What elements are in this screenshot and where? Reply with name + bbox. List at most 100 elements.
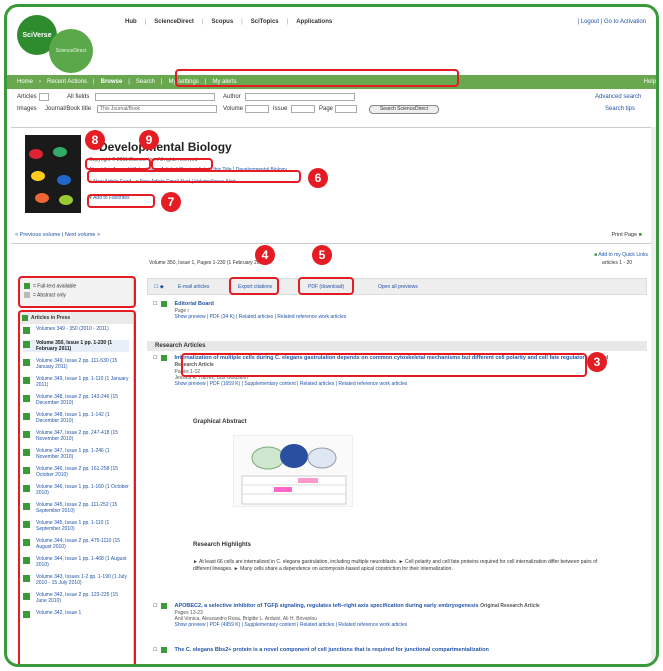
search-tips-link[interactable]: Search tips <box>605 106 635 112</box>
add-quick-label: Add to my Quick Links <box>598 252 648 258</box>
cover-blob <box>29 149 43 159</box>
ga-cell-fill <box>274 487 292 492</box>
topnav-sciencedirect[interactable]: ScienceDirect <box>154 19 194 25</box>
journal-label: Journal/Book title <box>45 106 92 112</box>
print-page-link[interactable]: Print Page ■ <box>611 232 642 238</box>
all-fields-label: All fields <box>67 94 90 100</box>
article-links[interactable]: Show preview | PDF (34 K) | Related arti… <box>174 314 346 320</box>
callout-legend <box>18 276 136 308</box>
ga-cell <box>251 446 285 470</box>
callout-badge-8: 8 <box>85 130 105 150</box>
callout-article-title <box>181 353 587 377</box>
callout-badge-4: 4 <box>255 245 275 265</box>
volume-navigation: < Previous volume | Next volume > <box>15 232 101 238</box>
previous-volume-link[interactable]: < Previous volume <box>15 232 60 238</box>
nav-home[interactable]: Home <box>17 79 33 85</box>
articles-radio[interactable] <box>39 93 49 101</box>
research-highlights-text: ► At least 66 cells are internalized in … <box>193 559 598 572</box>
issue-input[interactable] <box>291 105 315 113</box>
cover-blob <box>53 147 67 157</box>
cover-blob <box>35 193 49 203</box>
all-fields-input[interactable] <box>95 93 215 101</box>
article-type: Original Research Article <box>480 603 540 609</box>
journal-cover-image <box>25 135 81 213</box>
article-title[interactable]: APOBEC2, a selective inhibitor of TGFβ s… <box>174 603 614 610</box>
callout-badge-6: 6 <box>308 168 328 188</box>
page-label: Page <box>319 106 334 112</box>
nav-browse[interactable]: Browse <box>101 79 123 85</box>
topnav-hub[interactable]: Hub <box>125 19 137 25</box>
journal-title: Developmental Biology <box>99 140 232 154</box>
checkbox-all-icon[interactable]: ☐ ◆ <box>154 284 164 290</box>
article-bbs2: ☐ The C. elegans Bbs2+ protein is a nove… <box>153 647 633 654</box>
issue-label: Issue <box>273 106 288 112</box>
full-text-icon <box>161 301 168 307</box>
article-links[interactable]: Show preview | PDF (1659 K) | Supplement… <box>174 381 614 387</box>
nav-recent-actions[interactable]: Recent Actions <box>47 79 87 85</box>
journal-input[interactable]: This Journal/Book <box>97 105 217 113</box>
logo-primary: SciVerse <box>22 31 52 39</box>
volume-label: Volume <box>223 106 244 112</box>
account-links[interactable]: | Logout | Go to Activation <box>578 19 647 25</box>
next-volume-link[interactable]: Next volume > <box>65 232 100 238</box>
callout-sidebar <box>18 310 136 664</box>
print-label: Print Page <box>611 232 638 238</box>
callout-add-favorites <box>87 194 155 208</box>
divider <box>11 243 651 244</box>
articles-label: Articles <box>17 94 37 100</box>
nav-help[interactable]: Help <box>644 79 656 85</box>
topnav-scopus[interactable]: Scopus <box>212 19 234 25</box>
ga-cell-fill <box>298 478 318 483</box>
volume-info: Volume 350, Issue 1, Pages 1-230 (1 Febr… <box>149 260 267 266</box>
email-articles-link[interactable]: E-mail articles <box>178 284 209 290</box>
graphical-abstract-image[interactable] <box>233 435 353 507</box>
callout-submit-article <box>151 158 213 170</box>
callout-about-journal <box>85 158 151 170</box>
callout-pdf-download <box>298 277 354 295</box>
page-input[interactable] <box>335 105 357 113</box>
logo-secondary: ScienceDirect <box>55 48 87 54</box>
cover-blob <box>31 171 45 181</box>
page-frame: SciVerse ScienceDirect Hub | ScienceDirec… <box>4 4 659 667</box>
checkbox-icon[interactable]: ☐ <box>153 301 157 320</box>
callout-badge-7: 7 <box>161 192 181 212</box>
images-label: Images <box>17 106 37 112</box>
article-links[interactable]: Show preview | PDF (4959 K) | Supplement… <box>174 622 614 628</box>
callout-badge-9: 9 <box>139 130 159 150</box>
checkbox-icon[interactable]: ☐ <box>153 603 157 628</box>
graphical-abstract-svg <box>241 444 347 505</box>
volume-input[interactable] <box>245 105 269 113</box>
article-title[interactable]: Editorial Board <box>174 301 346 308</box>
ga-cell <box>280 444 308 468</box>
top-navigation: Hub | ScienceDirect | Scopus | SciTopics | A… <box>125 19 333 25</box>
full-text-icon <box>161 647 168 653</box>
article-title[interactable]: The C. elegans Bbs2+ protein is a novel … <box>174 647 614 654</box>
articles-count: articles 1 - 20 <box>602 260 633 266</box>
topnav-scitopics[interactable]: SciTopics <box>251 19 279 25</box>
article-editorial: ☐ Editorial Board Page i Show preview | … <box>153 301 633 320</box>
checkbox-icon[interactable]: ☐ <box>153 647 157 654</box>
callout-my-settings-alerts <box>175 69 459 87</box>
sciencedirect-logo[interactable]: ScienceDirect <box>49 29 93 73</box>
author-label: Author <box>223 94 241 100</box>
search-button[interactable]: Search ScienceDirect <box>369 105 439 114</box>
callout-badge-5: 5 <box>312 245 332 265</box>
research-articles-header: Research Articles <box>147 341 647 351</box>
plus-icon: ■ <box>594 252 598 258</box>
callout-email-articles <box>229 277 279 295</box>
advanced-search-link[interactable]: Advanced search <box>595 94 641 100</box>
callout-badge-3: 3 <box>587 352 607 372</box>
checkbox-icon[interactable]: ☐ <box>153 355 157 387</box>
topnav-applications[interactable]: Applications <box>296 19 332 25</box>
author-input[interactable] <box>245 93 355 101</box>
add-quick-links[interactable]: ■ Add to my Quick Links <box>594 252 648 258</box>
full-text-icon <box>161 355 168 361</box>
print-icon: ■ <box>638 232 642 238</box>
open-all-previews-link[interactable]: Open all previews <box>378 284 418 290</box>
cover-blob <box>59 195 73 205</box>
article-title-text[interactable]: APOBEC2, a selective inhibitor of TGFβ s… <box>174 603 478 609</box>
full-text-icon <box>161 603 168 609</box>
scrollbar[interactable] <box>651 127 656 664</box>
nav-search[interactable]: Search <box>136 79 155 85</box>
ga-cell <box>307 447 337 469</box>
